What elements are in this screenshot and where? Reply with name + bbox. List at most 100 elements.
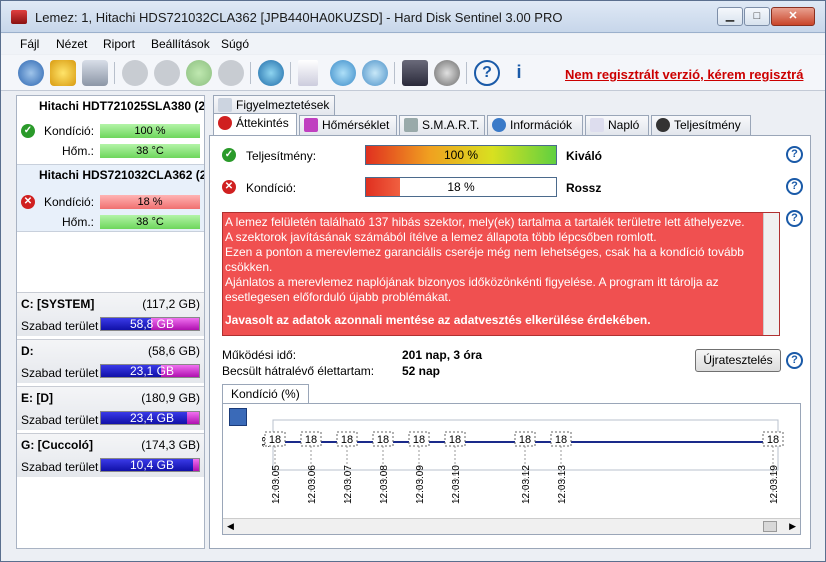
help-icon[interactable]: ? (474, 60, 500, 86)
performance-bar: 100 % (365, 145, 557, 165)
message-scrollbar[interactable] (763, 213, 779, 335)
help-icon[interactable]: ? (786, 178, 803, 195)
help-icon[interactable]: ? (786, 210, 803, 227)
data-label: 18 (555, 434, 567, 446)
tab-performance[interactable]: Teljesítmény (651, 115, 751, 135)
health-label: Kondíció: (44, 124, 95, 138)
tab-temperature[interactable]: Hőmérséklet (299, 115, 397, 135)
menu-settings[interactable]: Beállítások (151, 37, 210, 51)
title-bar[interactable]: Lemez: 1, Hitachi HDS721032CLA362 [JPB44… (1, 1, 825, 33)
disk-name: Hitachi HDT721025SLA380 (2 (39, 99, 205, 113)
retest-button[interactable]: Újratesztelés (695, 349, 781, 372)
x-tick-label: 12.03.13 (557, 465, 568, 504)
globe-icon[interactable] (258, 60, 284, 86)
registration-link[interactable]: Nem regisztrált verzió, kérem regisztrá (565, 67, 803, 82)
report-icon[interactable] (298, 60, 318, 86)
data-label: 18 (449, 434, 461, 446)
free-space-bar: 23,4 GB (100, 411, 200, 425)
minimize-button[interactable]: ▁ (717, 7, 743, 26)
volume-size: (117,2 GB) (142, 297, 200, 311)
sound-icon[interactable] (434, 60, 460, 86)
error-x-icon (218, 116, 232, 130)
x-tick-label: 12.03.07 (343, 465, 354, 504)
status-message-box: A lemez felületén található 137 hibás sz… (222, 212, 780, 336)
menu-file[interactable]: Fájl (20, 37, 39, 51)
volume-item[interactable]: G: [Cuccoló] (174,3 GB) Szabad terület 1… (17, 433, 204, 477)
refresh-icon[interactable] (18, 60, 44, 86)
data-label: 18 (519, 434, 531, 446)
chart-tab-health[interactable]: Kondíció (%) (222, 384, 309, 404)
chart-svg: 18 18 12.03.05 18 12.03.06 18 12.03.07 18 12.03.… (261, 419, 784, 504)
free-space-value: 23,1 GB (129, 364, 175, 378)
volume-item[interactable]: E: [D] (180,9 GB) Szabad terület 23,4 GB (17, 386, 204, 430)
disk-ok-icon[interactable] (186, 60, 212, 86)
overview-content: ✓ Teljesítmény: 100 % Kiváló ? ✕ Kondíci… (209, 135, 811, 549)
disk-card[interactable]: Hitachi HDT721025SLA380 (2 ✓ Kondíció: 1… (17, 96, 205, 164)
x-tick-label: 12.03.08 (379, 465, 390, 504)
free-space-label: Szabad terület (21, 413, 99, 427)
free-space-value: 58,8 GB (129, 317, 175, 331)
free-space-label: Szabad terület (21, 460, 99, 474)
temp-label: Hőm.: (62, 215, 95, 229)
disk-list-panel: Hitachi HDT721025SLA380 (2 ✓ Kondíció: 1… (16, 95, 205, 549)
volume-size: (180,9 GB) (141, 391, 200, 405)
data-label: 18 (413, 434, 425, 446)
send-icon[interactable] (330, 60, 356, 86)
disk-check-icon[interactable] (154, 60, 180, 86)
volume-name: E: [D] (21, 391, 53, 405)
close-button[interactable]: ✕ (771, 7, 815, 26)
chart-scrollbar[interactable]: ◀ ▶ (223, 518, 800, 534)
health-rating: Rossz (566, 181, 602, 195)
thermometer-icon (304, 118, 318, 132)
error-x-icon: ✕ (21, 195, 35, 209)
message-line: A lemez felületén található 137 hibás sz… (225, 215, 745, 229)
disk-repair-icon[interactable] (218, 60, 244, 86)
disk-name: Hitachi HDS721032CLA362 (2 (39, 168, 204, 182)
warnings-tab-icon (218, 98, 232, 112)
health-label: Kondíció: (246, 181, 297, 195)
tab-label: Áttekintés (236, 116, 289, 130)
tab-label: Információk (510, 118, 573, 132)
uptime-value: 201 nap, 3 óra (402, 348, 483, 362)
toolbar-separator (114, 62, 115, 84)
volume-name: C: [SYSTEM] (21, 297, 95, 311)
tab-warnings[interactable]: Figyelmeztetések (213, 95, 335, 115)
disk-card-selected[interactable]: Hitachi HDS721032CLA362 (2 ✕ Kondíció: 1… (17, 164, 204, 232)
message-recommendation: Javasolt az adatok azonnali mentése az a… (225, 313, 651, 327)
menu-bar: Fájl Nézet Riport Beállítások Súgó (1, 34, 825, 54)
menu-report[interactable]: Riport (103, 37, 135, 51)
disk-tool-icon[interactable] (122, 60, 148, 86)
message-line: Ajánlatos a merevlemez naplójának bizony… (225, 275, 719, 304)
health-bar: 18 % (100, 195, 200, 209)
ok-check-icon: ✓ (21, 124, 35, 138)
health-bar: 18 % (365, 177, 557, 197)
toolbar-separator (290, 62, 291, 84)
volume-name: D: (21, 344, 34, 358)
tab-information[interactable]: Információk (487, 115, 583, 135)
settings-icon[interactable] (402, 60, 428, 86)
temp-bar: 38 °C (100, 215, 200, 229)
info-icon[interactable]: i (506, 60, 532, 86)
performance-rating: Kiváló (566, 149, 603, 163)
disk-icon[interactable] (82, 60, 108, 86)
performance-label: Teljesítmény: (246, 149, 317, 163)
volume-item[interactable]: D: (58,6 GB) Szabad terület 23,1 GB (17, 339, 204, 383)
volume-item[interactable]: C: [SYSTEM] (117,2 GB) Szabad terület 58… (17, 292, 204, 336)
free-space-bar: 23,1 GB (100, 364, 200, 378)
menu-view[interactable]: Nézet (56, 37, 87, 51)
help-icon[interactable]: ? (786, 352, 803, 369)
tab-overview[interactable]: Áttekintés (213, 113, 297, 135)
tab-smart[interactable]: S.M.A.R.T. (399, 115, 485, 135)
maximize-button[interactable]: □ (744, 7, 770, 26)
health-bar: 100 % (100, 124, 200, 138)
x-tick-label: 12.03.12 (521, 465, 532, 504)
help-icon[interactable]: ? (786, 146, 803, 163)
network-icon[interactable] (362, 60, 388, 86)
menu-help[interactable]: Súgó (221, 37, 249, 51)
free-space-bar: 58,8 GB (100, 317, 200, 331)
info-icon (492, 118, 506, 132)
warning-icon[interactable] (50, 60, 76, 86)
smart-icon (404, 118, 418, 132)
data-label: 18 (377, 434, 389, 446)
tab-log[interactable]: Napló (585, 115, 649, 135)
